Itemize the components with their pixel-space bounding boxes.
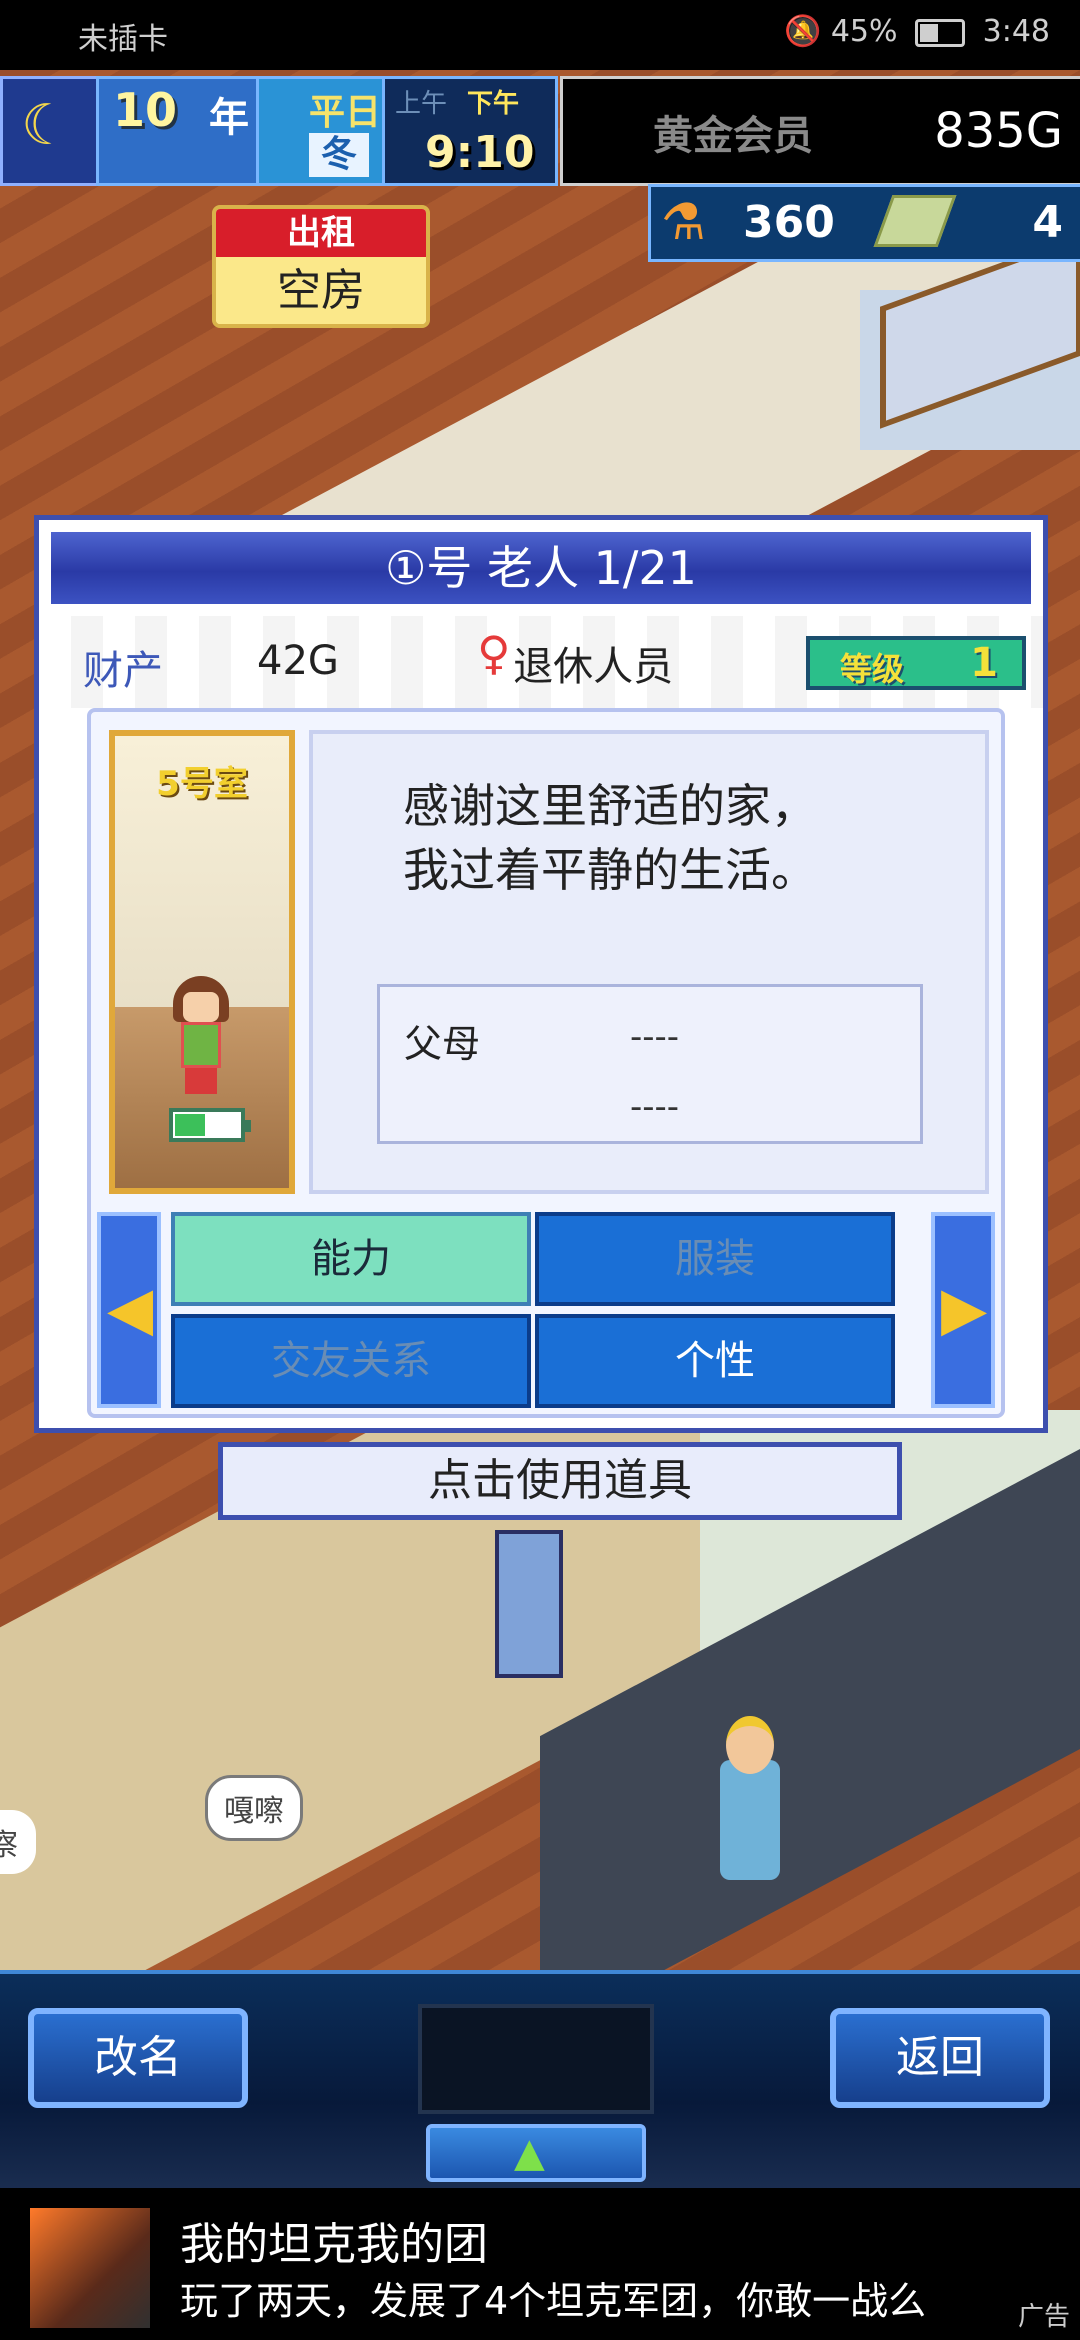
time-panel: 上午 下午 9:10 (382, 76, 558, 186)
bottom-bar: 改名 ▲ 返回 (0, 1970, 1080, 2189)
tab-personality[interactable]: 个性 (535, 1314, 895, 1408)
year-number: 10 (113, 83, 178, 137)
arrow-right-icon: ▶ (941, 1274, 988, 1344)
arrow-left-icon: ◀ (107, 1274, 154, 1344)
parents-box: 父母 ---- ---- (377, 984, 923, 1144)
parents-label: 父母 (404, 1022, 481, 1066)
resource-panel: ⚗ 360 4 (648, 184, 1080, 262)
am-label: 上午 (395, 89, 448, 119)
ad-description[interactable]: 玩了两天，发展了4个坦克军团，你敢一战么 (180, 2270, 926, 2325)
resident-message: 感谢这里舒适的家， 我过着平静的生活。 父母 ---- ---- (309, 730, 989, 1194)
prev-resident-button[interactable]: ◀ (97, 1212, 161, 1408)
resident-dialog: ①号 老人 1/21 财产 42G ♀ 退休人员 等级 1 5号室 感谢这里舒适… (34, 515, 1048, 1433)
pm-label: 下午 (467, 89, 520, 119)
battery-percent: 45% (830, 14, 898, 49)
season-panel: 平日 冬 (256, 76, 388, 186)
parent-1: ---- (630, 1017, 680, 1057)
level-value: 1 (970, 640, 998, 686)
center-slot (418, 2004, 654, 2114)
resident-info-row: 财产 42G ♀ 退休人员 等级 1 (39, 616, 1043, 708)
message-text: 感谢这里舒适的家， 我过着平静的生活。 (403, 774, 817, 902)
status-bar: 未插卡 🔕 45% 3:48 (0, 0, 1080, 70)
expand-menu-button[interactable]: ▲ (426, 2124, 646, 2182)
rename-button[interactable]: 改名 (28, 2008, 248, 2108)
status-right: 🔕 45% 3:48 (784, 14, 1050, 49)
vacant-label: 空房 (216, 257, 426, 324)
occupation-label: 退休人员 (513, 644, 674, 690)
flask-icon: ⚗ (661, 193, 706, 251)
ticket-count: 4 (1032, 197, 1063, 248)
battery-icon (915, 18, 966, 47)
money-value: 835G (934, 103, 1063, 159)
dialog-title: ①号 老人 1/21 (47, 528, 1035, 608)
ad-banner[interactable]: 我的坦克我的团 玩了两天，发展了4个坦克军团，你敢一战么 广告 (0, 2188, 1080, 2340)
ad-thumbnail[interactable] (30, 2208, 150, 2328)
tab-clothing[interactable]: 服装 (535, 1212, 895, 1306)
ad-tag: 广告 (1017, 2302, 1070, 2332)
resident-detail-panel: 5号室 感谢这里舒适的家， 我过着平静的生活。 父母 ---- ---- ◀ 能… (87, 708, 1005, 1418)
ticket-icon (873, 195, 957, 247)
asset-value: 42G (257, 638, 339, 684)
rent-label: 出租 (216, 209, 426, 257)
game-clock: 9:10 (425, 127, 535, 178)
occupation: 退休人员 (475, 634, 673, 692)
season-label: 冬 (309, 133, 369, 177)
message-line-2: 我过着平静的生活。 (403, 843, 817, 897)
speech-bubble: 察 (0, 1810, 36, 1874)
tab-ability[interactable]: 能力 (171, 1212, 531, 1306)
money-panel[interactable]: 黄金会员 835G (560, 76, 1080, 186)
ad-title[interactable]: 我的坦克我的团 (180, 2208, 488, 2272)
tab-relationships[interactable]: 交友关系 (171, 1314, 531, 1408)
day-type: 平日 (309, 92, 382, 133)
level-badge: 等级 1 (806, 636, 1026, 690)
asset-label: 财产 (83, 648, 163, 694)
room-preview: 5号室 (109, 730, 295, 1194)
room-number: 5号室 (156, 764, 248, 804)
detail-tabs: 能力 服装 交友关系 个性 (171, 1212, 907, 1408)
clock-time: 3:48 (982, 14, 1050, 49)
level-label: 等级 (840, 650, 905, 688)
membership-label: 黄金会员 (653, 113, 813, 159)
night-indicator: ☾ (0, 76, 102, 186)
resident-sprite[interactable] (720, 1716, 780, 1880)
energy-battery-icon (169, 1108, 251, 1142)
moon-icon: ☾ (21, 93, 72, 158)
date-panel: 10 年 (96, 76, 262, 186)
resident-portrait (173, 976, 229, 1096)
year-unit: 年 (209, 95, 249, 141)
mute-icon: 🔕 (783, 14, 822, 49)
triangle-up-icon: ▲ (514, 2130, 545, 2176)
carrier-label: 未插卡 (78, 22, 168, 57)
message-line-1: 感谢这里舒适的家， (403, 779, 817, 833)
door-sprite (495, 1530, 563, 1678)
speech-bubble: 嘎嚓 (205, 1775, 303, 1841)
back-button[interactable]: 返回 (830, 2008, 1050, 2108)
next-resident-button[interactable]: ▶ (931, 1212, 995, 1408)
parent-2: ---- (630, 1087, 680, 1127)
research-points: 360 (743, 197, 835, 248)
use-item-button[interactable]: 点击使用道具 (218, 1442, 902, 1520)
vacancy-sign[interactable]: 出租 空房 (212, 205, 430, 328)
